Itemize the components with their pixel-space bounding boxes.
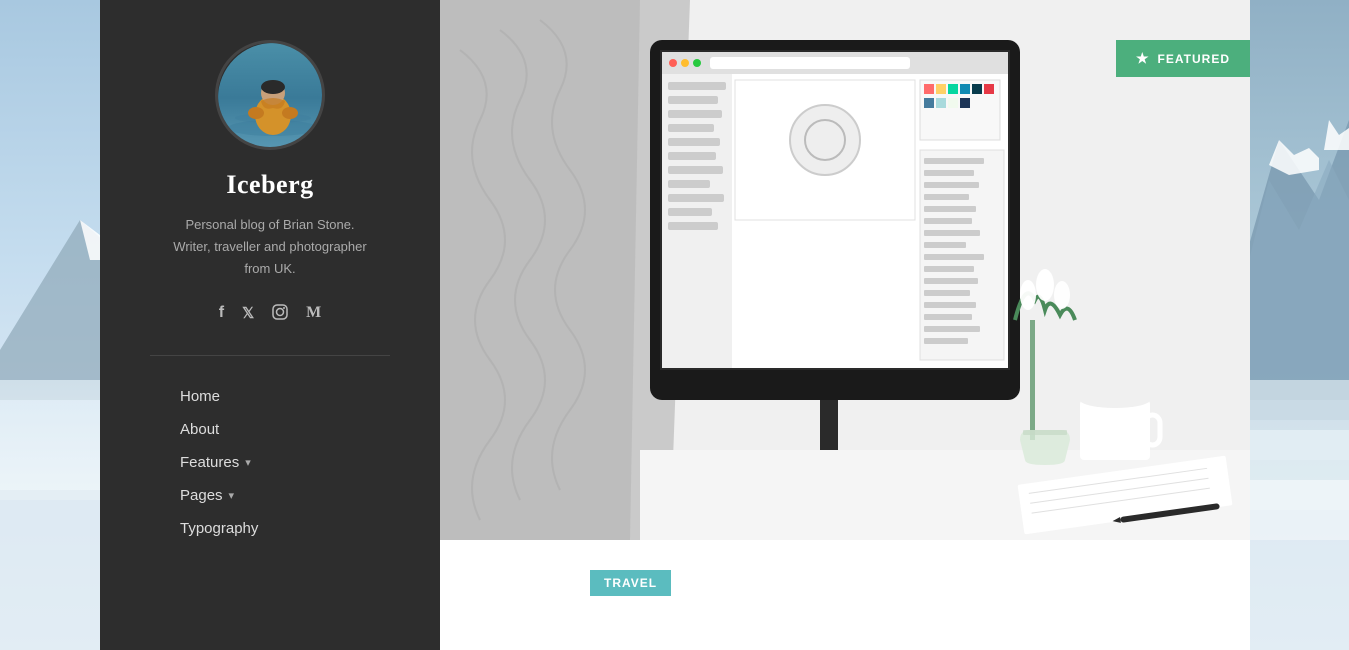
avatar: [215, 40, 325, 150]
hero-svg: [440, 0, 1250, 540]
nav-item-about[interactable]: About: [180, 413, 420, 446]
instagram-icon[interactable]: [272, 304, 288, 325]
travel-badge[interactable]: TRAVEL: [590, 570, 671, 596]
nav-item-typography[interactable]: Typography: [180, 512, 420, 545]
site-title: Iceberg: [226, 170, 313, 200]
avatar-image: [218, 43, 325, 150]
nav-divider: [150, 355, 390, 356]
star-icon: ★: [1136, 50, 1150, 67]
twitter-icon[interactable]: 𝕏: [242, 304, 254, 325]
main-content: ★ FEATURED TRAVEL: [440, 0, 1250, 650]
featured-badge[interactable]: ★ FEATURED: [1116, 40, 1250, 77]
nav-item-pages[interactable]: Pages ▾: [180, 479, 420, 512]
sidebar: Iceberg Personal blog of Brian Stone. Wr…: [100, 0, 440, 650]
content-below: TRAVEL: [440, 540, 1250, 650]
hero-image: ★ FEATURED: [440, 0, 1250, 540]
pages-chevron-icon: ▾: [229, 489, 235, 502]
facebook-icon[interactable]: f: [219, 304, 224, 325]
nav-item-features[interactable]: Features ▾: [180, 446, 420, 479]
features-chevron-icon: ▾: [245, 456, 251, 469]
site-description: Personal blog of Brian Stone. Writer, tr…: [173, 214, 366, 280]
right-mountain-svg: [1239, 0, 1349, 540]
nav-item-home[interactable]: Home: [180, 380, 420, 413]
social-icons: f 𝕏 M: [219, 304, 322, 325]
navigation: Home About Features ▾ Pages ▾ Typography: [120, 380, 420, 545]
right-mountain-area: [1239, 0, 1349, 540]
medium-icon[interactable]: M: [306, 304, 321, 325]
